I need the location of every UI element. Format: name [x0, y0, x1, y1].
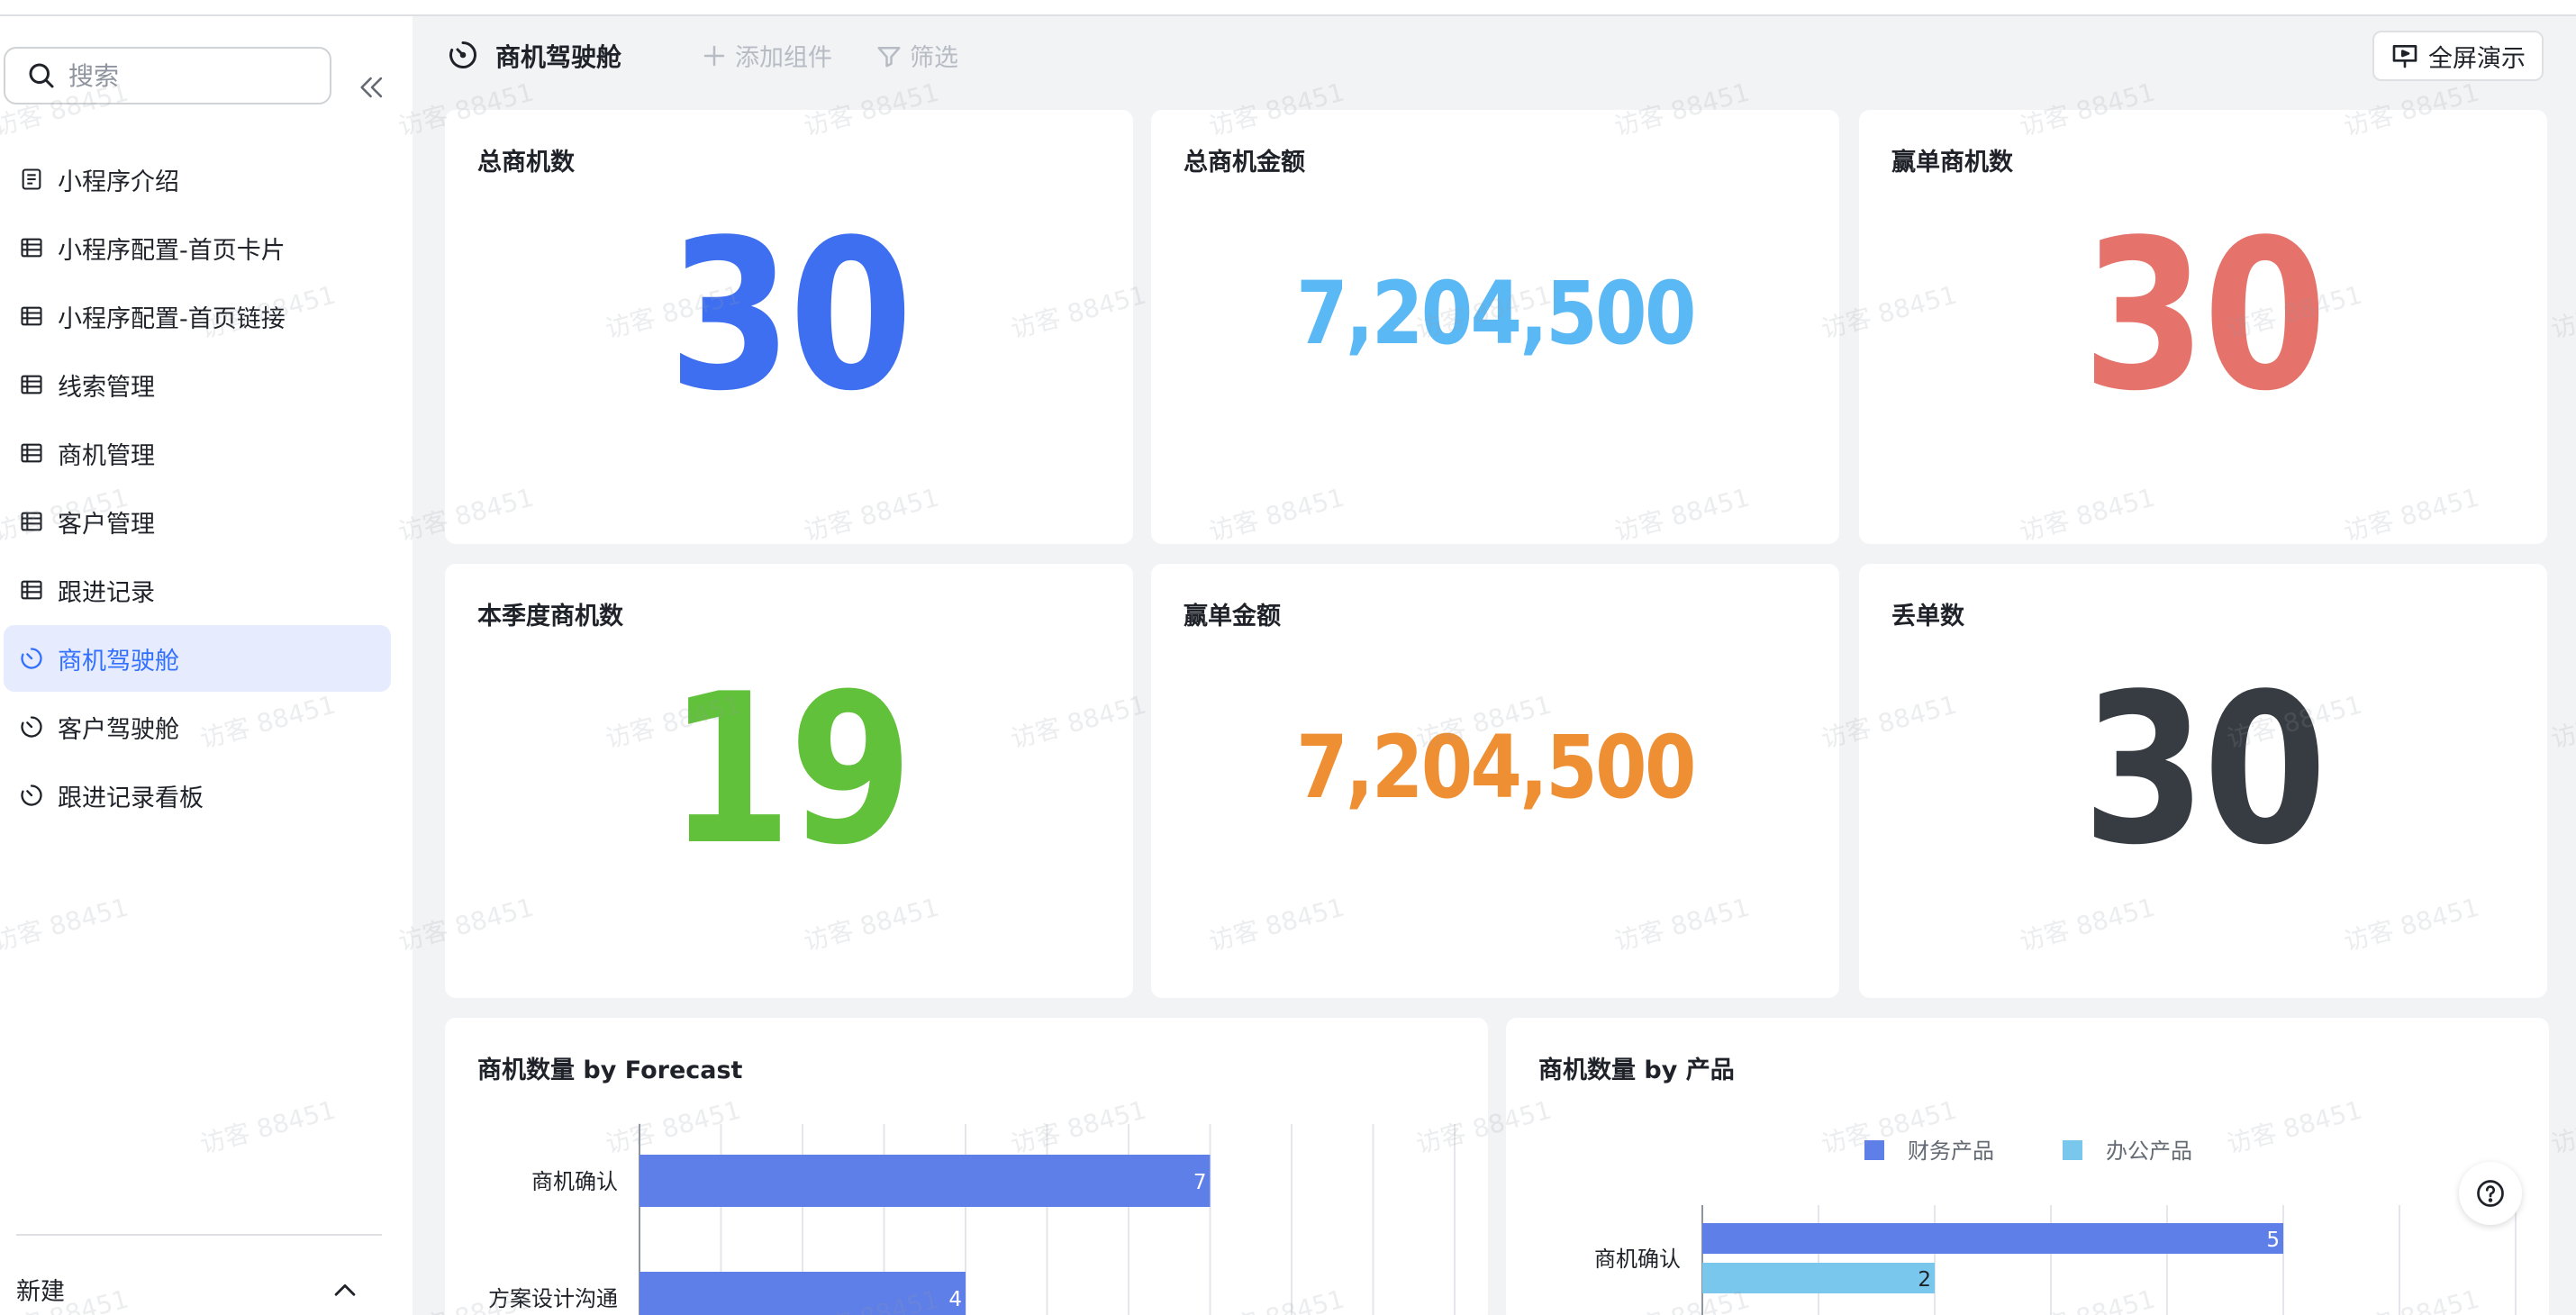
doc-icon: [18, 166, 45, 193]
dashboard-icon: [18, 782, 45, 809]
sidebar-item-label: 跟进记录看板: [58, 784, 204, 812]
metric-title: 总商机金额: [1184, 149, 1305, 177]
help-icon: [2477, 1180, 2504, 1207]
metric-value: 30: [2082, 196, 2327, 437]
metric-title: 赢单商机数: [1891, 149, 2013, 177]
dashboard-icon: [449, 41, 476, 68]
bar: [639, 1155, 1211, 1207]
metric-value: 30: [2082, 650, 2327, 891]
sidebar-item-6[interactable]: 跟进记录: [4, 557, 391, 623]
sidebar-item-8[interactable]: 客户驾驶舱: [4, 694, 391, 760]
table-icon: [18, 303, 45, 330]
y-tick-label: 商机确认: [531, 1169, 618, 1194]
filter-button[interactable]: 筛选: [875, 38, 958, 73]
sidebar-item-1[interactable]: 小程序配置-首页卡片: [4, 214, 391, 281]
filter-icon: [877, 46, 901, 67]
sidebar-item-label: 客户管理: [58, 510, 155, 539]
metric-card: 丢单数 30: [1859, 564, 2547, 998]
sidebar-item-3[interactable]: 线索管理: [4, 351, 391, 418]
metric-card: 总商机金额 7,204,500: [1151, 110, 1839, 544]
metric-card: 赢单金额 7,204,500: [1151, 564, 1839, 998]
sidebar-nav: 小程序介绍小程序配置-首页卡片 小程序配置-首页链接 线索管理商机管理客户管理跟进记…: [0, 146, 413, 830]
sidebar-item-9[interactable]: 跟进记录看板: [4, 762, 391, 829]
sidebar-item-2[interactable]: 小程序配置-首页链接: [4, 283, 391, 349]
y-tick-label: 方案设计沟通: [488, 1286, 618, 1311]
sidebar-item-7[interactable]: 商机驾驶舱: [4, 625, 391, 692]
sidebar-item-label: 客户驾驶舱: [58, 715, 179, 744]
chevron-up-icon[interactable]: [330, 1275, 360, 1306]
dashboard-toolbar: 商机驾驶舱 添加组件 筛选 全屏演示: [413, 16, 2576, 97]
metric-card: 总商机数 30: [445, 110, 1133, 544]
filter-label: 筛选: [910, 44, 958, 72]
page-title: 商机驾驶舱: [495, 42, 622, 72]
watermark-text: 访客 88451: [2547, 280, 2576, 345]
sidebar-item-4[interactable]: 商机管理: [4, 420, 391, 486]
data-label: 4: [948, 1288, 962, 1311]
metric-value: 30: [667, 196, 913, 437]
table-icon: [18, 508, 45, 535]
fullscreen-button[interactable]: 全屏演示: [2372, 31, 2544, 81]
product-chart-card: 商机数量 by 产品 财务产品 办公产品 商机确认 5 2: [1506, 1018, 2549, 1315]
table-icon: [18, 576, 45, 603]
top-border: [0, 0, 2576, 16]
bar: [1702, 1223, 2283, 1254]
data-label: 7: [1193, 1171, 1207, 1194]
sidebar-item-0[interactable]: 小程序介绍: [4, 146, 391, 213]
metric-title: 本季度商机数: [477, 603, 623, 630]
table-icon: [18, 440, 45, 467]
sidebar: 小程序介绍小程序配置-首页卡片小程序配置-首页链接线索管理商机管理客户管理跟进记…: [0, 16, 413, 1315]
sidebar-item-label: 线索管理: [58, 373, 155, 402]
sidebar-item-label: 小程序配置-首页卡片: [58, 236, 286, 265]
sidebar-item-5[interactable]: 客户管理: [4, 488, 391, 555]
dashboard-icon: [18, 645, 45, 672]
sidebar-divider: [16, 1234, 382, 1236]
watermark-text: 访客 88451: [2547, 690, 2576, 755]
add-component-label: 添加组件: [735, 44, 832, 72]
help-button[interactable]: [2459, 1162, 2522, 1225]
metric-title: 总商机数: [477, 149, 575, 177]
metric-value: 7,204,500: [1296, 263, 1696, 364]
data-label: 5: [2266, 1229, 2280, 1252]
forecast-chart-card: 商机数量 by Forecast 商机确认 7 方案设计沟通 4: [445, 1018, 1488, 1315]
bar: [1702, 1263, 1935, 1293]
sidebar-item-label: 跟进记录: [58, 578, 155, 607]
plus-icon: [703, 45, 725, 66]
data-label: 2: [1918, 1268, 1931, 1292]
new-button[interactable]: 新建: [16, 1272, 65, 1307]
presentation-icon: [2392, 44, 2417, 68]
search-icon: [29, 63, 54, 88]
product-bar-chart: 财务产品 办公产品商机确认 5 2: [1594, 1138, 2517, 1315]
legend-swatch: [2063, 1140, 2082, 1160]
metric-card: 本季度商机数 19: [445, 564, 1133, 998]
table-icon: [18, 371, 45, 398]
legend-label: 财务产品: [1908, 1138, 1994, 1164]
sidebar-item-label: 商机管理: [58, 441, 155, 470]
watermark-text: 访客 88451: [2547, 1095, 2576, 1160]
dashboard-icon: [18, 713, 45, 740]
y-tick-label: 商机确认: [1594, 1247, 1681, 1272]
metric-card: 赢单商机数 30: [1859, 110, 2547, 544]
add-component-button[interactable]: 添加组件: [701, 38, 832, 73]
bar: [639, 1272, 966, 1315]
sidebar-item-label: 小程序配置-首页链接: [58, 304, 286, 333]
legend-label: 办公产品: [2106, 1138, 2192, 1164]
forecast-bar-chart: 商机确认 7 方案设计沟通 4: [488, 1124, 1456, 1315]
legend-swatch: [1864, 1140, 1884, 1160]
fullscreen-label: 全屏演示: [2428, 44, 2526, 73]
search-input[interactable]: [68, 60, 303, 91]
metric-title: 赢单金额: [1184, 603, 1281, 630]
metric-title: 丢单数: [1891, 603, 1964, 630]
collapse-sidebar-icon[interactable]: [357, 72, 387, 103]
metric-value: 7,204,500: [1296, 717, 1696, 818]
search-box[interactable]: [4, 47, 331, 104]
sidebar-item-label: 商机驾驶舱: [58, 647, 179, 676]
sidebar-item-label: 小程序介绍: [58, 168, 179, 196]
metric-value: 19: [667, 650, 913, 891]
table-icon: [18, 234, 45, 261]
